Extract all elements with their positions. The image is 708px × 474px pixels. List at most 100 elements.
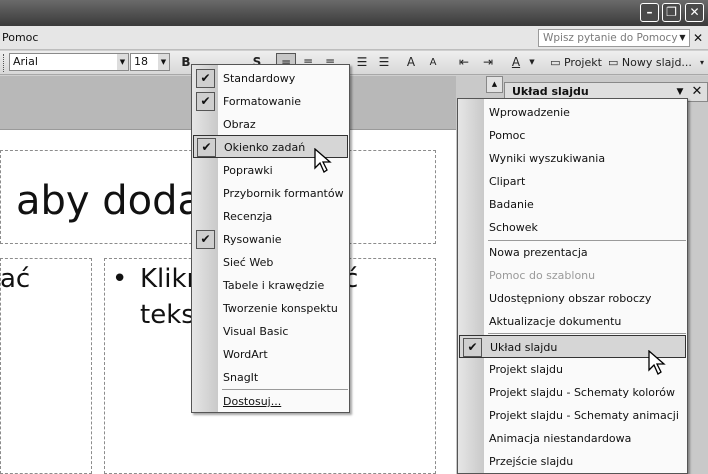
menu-item-visual-basic[interactable]: Visual Basic [193, 320, 348, 343]
menu-item-dostosuj[interactable]: Dostosuj... [193, 390, 348, 413]
toolbars-menu: ✔ Standardowy ✔ Formatowanie Obraz ✔ Okienk… [191, 64, 350, 413]
design-icon: ▭ [550, 56, 561, 69]
menu-item-label: Pomoc [489, 129, 526, 142]
increase-font-icon[interactable]: A [402, 53, 420, 72]
menu-item-tabele[interactable]: Tabele i krawędzie [193, 274, 348, 297]
taskpane-item-aktualizacje[interactable]: Aktualizacje dokumentu [459, 310, 686, 333]
menu-item-label: Wprowadzenie [489, 106, 570, 119]
taskpane-item-udostepniony[interactable]: Udostępniony obszar roboczy [459, 287, 686, 310]
bullets-icon[interactable]: ☰ [374, 53, 394, 72]
menu-item-przybornik[interactable]: Przybornik formantów [193, 182, 348, 205]
mouse-pointer-icon [314, 148, 332, 173]
bullet-glyph: • [112, 264, 128, 294]
menu-item-label: Visual Basic [223, 325, 289, 338]
left-body-text: ać [0, 264, 31, 294]
font-name-value: Arial [13, 55, 38, 68]
taskpane-item-schematy-animacji[interactable]: Projekt slajdu - Schematy animacji [459, 404, 686, 427]
menu-item-label: Projekt slajdu - Schematy animacji [489, 409, 679, 422]
taskpane-item-animacja[interactable]: Animacja niestandardowa [459, 427, 686, 450]
menu-item-wordart[interactable]: WordArt [193, 343, 348, 366]
menu-item-label: Animacja niestandardowa [489, 432, 632, 445]
font-name-combo[interactable]: Arial ▼ [9, 53, 129, 71]
menu-item-label: Schowek [489, 221, 538, 234]
taskpane-menu: Wprowadzenie Pomoc Wyniki wyszukiwania C… [457, 98, 688, 474]
menu-item-label: Udostępniony obszar roboczy [489, 292, 652, 305]
taskpane-item-clipart[interactable]: Clipart [459, 170, 686, 193]
menu-item-formatowanie[interactable]: ✔ Formatowanie [193, 90, 348, 113]
right-body-text-line2: teks [140, 300, 195, 330]
minimize-icon[interactable]: – [640, 3, 659, 22]
taskpane-item-przejscie[interactable]: Przejście slajdu [459, 450, 686, 473]
menu-item-label: Projekt slajdu [489, 363, 563, 376]
menu-item-label: Pomoc do szablonu [489, 269, 596, 282]
taskpane-item-pomoc[interactable]: Pomoc [459, 124, 686, 147]
font-size-combo[interactable]: 18 ▼ [130, 53, 170, 71]
title-placeholder-text: aby doda [16, 178, 203, 224]
taskpane-item-schowek[interactable]: Schowek [459, 216, 686, 239]
menu-item-label: Badanie [489, 198, 534, 211]
new-slide-button[interactable]: ▭ Nowy slajd... [608, 53, 692, 72]
restore-icon[interactable]: ❐ [662, 3, 681, 22]
menu-item-label: Nowa prezentacja [489, 246, 588, 259]
toolbar-options-icon[interactable]: ▾ [697, 53, 707, 72]
title-bar [0, 0, 708, 26]
menu-item-label: SnagIt [223, 371, 259, 384]
font-color-icon[interactable]: A [506, 53, 526, 72]
font-size-value: 18 [134, 55, 148, 68]
menu-separator [488, 333, 686, 334]
checkmark-icon: ✔ [196, 69, 215, 88]
menu-item-label: Obraz [223, 118, 256, 131]
help-question-input[interactable]: Wpisz pytanie do Pomocy [538, 29, 690, 47]
menu-item-label: Rysowanie [223, 233, 282, 246]
new-slide-label: Nowy slajd... [621, 56, 692, 69]
taskpane-item-pomoc-szablonu: Pomoc do szablonu [459, 264, 686, 287]
taskpane-item-wyniki[interactable]: Wyniki wyszukiwania [459, 147, 686, 170]
menu-item-obraz[interactable]: Obraz [193, 113, 348, 136]
menu-item-label: Przejście slajdu [489, 455, 574, 468]
menu-item-label: Sieć Web [223, 256, 274, 269]
menu-item-standardowy[interactable]: ✔ Standardowy [193, 67, 348, 90]
new-slide-icon: ▭ [608, 56, 619, 69]
menu-item-label: Przybornik formantów [223, 187, 344, 200]
decrease-font-icon[interactable]: A [424, 53, 442, 72]
menu-item-rysowanie[interactable]: ✔ Rysowanie [193, 228, 348, 251]
menu-item-label: Okienko zadań [224, 141, 306, 154]
close-icon[interactable]: ✕ [685, 3, 704, 22]
checkmark-icon: ✔ [196, 92, 215, 111]
menu-item-label: Wyniki wyszukiwania [489, 152, 606, 165]
menu-item-label: Projekt slajdu - Schematy kolorów [489, 386, 676, 399]
close-icon[interactable]: ✕ [690, 84, 704, 100]
taskpane-item-schematy-kolorow[interactable]: Projekt slajdu - Schematy kolorów [459, 381, 686, 404]
chevron-down-icon[interactable]: ▼ [117, 54, 128, 70]
menu-item-recenzja[interactable]: Recenzja [193, 205, 348, 228]
menu-item-label: Aktualizacje dokumentu [489, 315, 622, 328]
toolbar-grip[interactable] [3, 54, 6, 72]
menu-item-label: Tworzenie konspektu [223, 302, 338, 315]
menu-item-label: Clipart [489, 175, 526, 188]
menu-item-label: Formatowanie [223, 95, 302, 108]
menu-item-snagit[interactable]: SnagIt [193, 366, 348, 389]
numbering-icon[interactable]: ☰ [352, 53, 372, 72]
taskpane-item-wprowadzenie[interactable]: Wprowadzenie [459, 101, 686, 124]
menu-help[interactable]: Pomoc [2, 31, 38, 44]
close-document-icon[interactable]: ✕ [693, 30, 705, 46]
menu-item-label: Standardowy [223, 72, 296, 85]
menu-item-label: Tabele i krawędzie [223, 279, 325, 292]
menu-item-siec-web[interactable]: Sieć Web [193, 251, 348, 274]
menu-item-label: WordArt [223, 348, 268, 361]
chevron-down-icon[interactable]: ▼ [158, 54, 169, 70]
taskpane-item-badanie[interactable]: Badanie [459, 193, 686, 216]
increase-indent-icon[interactable]: ⇥ [478, 53, 498, 72]
menu-item-label: Układ slajdu [490, 341, 558, 354]
menu-item-label: Recenzja [223, 210, 273, 223]
taskpane-item-nowa-prezentacja[interactable]: Nowa prezentacja [459, 241, 686, 264]
design-label: Projekt [563, 56, 602, 69]
chevron-down-icon[interactable]: ▼ [527, 53, 537, 72]
decrease-indent-icon[interactable]: ⇤ [454, 53, 474, 72]
scroll-up-arrow-icon[interactable]: ▲ [486, 76, 503, 93]
menu-item-label: Dostosuj... [223, 395, 282, 408]
menu-item-konspekt[interactable]: Tworzenie konspektu [193, 297, 348, 320]
checkmark-icon: ✔ [463, 338, 482, 357]
help-dropdown-arrow-icon[interactable]: ▼ [676, 30, 689, 46]
design-button[interactable]: ▭ Projekt [548, 53, 604, 72]
